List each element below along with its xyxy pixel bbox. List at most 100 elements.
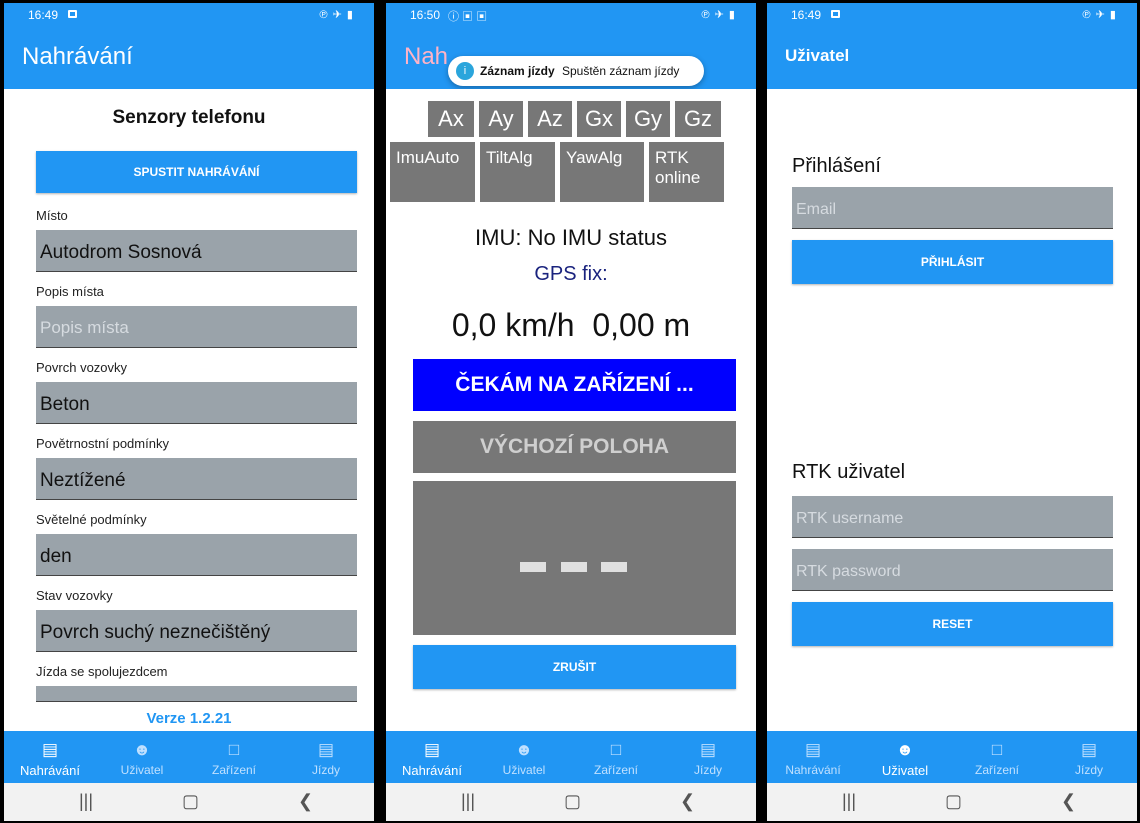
dash-placeholder: [520, 562, 546, 572]
rtk-username-field[interactable]: RTK username: [792, 496, 1113, 538]
nav-item-devices[interactable]: □ Zařízení: [951, 731, 1043, 783]
home-icon[interactable]: ▢: [945, 791, 962, 812]
back-icon[interactable]: ❮: [680, 791, 695, 812]
nav-item-user[interactable]: ☻ Uživatel: [96, 731, 188, 783]
page-title: Uživatel: [785, 46, 850, 65]
email-field[interactable]: Email: [792, 187, 1113, 229]
waiting-for-device-button[interactable]: ČEKÁM NA ZAŘÍZENÍ ...: [413, 359, 736, 411]
sensor-tile-gz: Gz: [675, 101, 721, 137]
system-status-icons: ℗ ✈ ▮: [319, 9, 354, 21]
rtk-password-field[interactable]: RTK password: [792, 549, 1113, 591]
home-position-button[interactable]: VÝCHOZÍ POLOHA: [413, 421, 736, 473]
system-status-icons: ℗ ✈ ▮: [701, 9, 736, 21]
nav-label-recording: Nahrávání: [20, 763, 80, 778]
readout-panel: [413, 481, 736, 635]
info-icon: i: [456, 62, 474, 80]
person-icon: ☻: [896, 740, 914, 759]
status-bar: 16:50 ⓘ ▣ ▣ ℗ ✈ ▮: [386, 3, 756, 27]
user-panel: Přihlášení Email PŘIHLÁSIT RTK uživatel …: [767, 89, 1137, 731]
nav-item-devices[interactable]: □ Zařízení: [188, 731, 280, 783]
list-icon: ▤: [804, 740, 822, 759]
recent-apps-icon[interactable]: |||: [842, 791, 856, 812]
list-icon: ▤: [423, 740, 441, 759]
recent-apps-icon[interactable]: |||: [79, 791, 93, 812]
back-icon[interactable]: ❮: [1061, 791, 1076, 812]
nav-label-rides: Jízdy: [311, 763, 340, 777]
list-icon: ▤: [41, 740, 59, 759]
login-button[interactable]: PŘIHLÁSIT: [792, 240, 1113, 284]
field-label-weather: Povětrnostní podmínky: [36, 436, 169, 451]
phone-ride-recording-screen: 16:50 ⓘ ▣ ▣ ℗ ✈ ▮ Nah i Záznam jízdy Spu…: [386, 3, 756, 821]
list-icon: ▤: [317, 740, 335, 759]
road-surface-field[interactable]: Beton: [36, 382, 357, 424]
nav-label-recording: Nahrávání: [402, 763, 462, 778]
dash-placeholder: [561, 562, 587, 572]
nav-item-recording[interactable]: ▤ Nahrávání: [386, 731, 478, 783]
nav-item-user[interactable]: ☻ Uživatel: [478, 731, 570, 783]
sensor-tile-gx: Gx: [577, 101, 621, 137]
nav-item-recording[interactable]: ▤ Nahrávání: [767, 731, 859, 783]
app-version: Verze 1.2.21: [146, 710, 232, 727]
back-icon[interactable]: ❮: [298, 791, 313, 812]
passenger-field[interactable]: [36, 686, 357, 702]
recent-apps-icon[interactable]: |||: [461, 791, 475, 812]
place-description-field[interactable]: Popis místa: [36, 306, 357, 348]
road-condition-field[interactable]: Povrch suchý neznečištěný: [36, 610, 357, 652]
nav-label-recording: Nahrávání: [785, 763, 841, 777]
toast-notification: i Záznam jízdy Spuštěn záznam jízdy: [448, 56, 704, 86]
place-field[interactable]: Autodrom Sosnová: [36, 230, 357, 272]
weather-field[interactable]: Neztížené: [36, 458, 357, 500]
field-label-light: Světelné podmínky: [36, 512, 147, 527]
sensor-tile-ax: Ax: [428, 101, 474, 137]
login-heading: Přihlášení: [792, 155, 881, 177]
status-tile-yawalg: YawAlg: [560, 142, 644, 202]
nav-label-devices: Zařízení: [211, 763, 256, 777]
nav-label-user: Uživatel: [120, 763, 164, 777]
field-label-passenger: Jízda se spolujezdcem: [36, 664, 168, 679]
field-label-road-condition: Stav vozovky: [36, 588, 113, 603]
status-icons-left: ⓘ ▣ ▣: [448, 11, 488, 23]
clock: 16:49: [28, 8, 59, 22]
light-conditions-field[interactable]: den: [36, 534, 357, 576]
nav-item-rides[interactable]: ▤ Jízdy: [662, 731, 754, 783]
nav-item-recording[interactable]: ▤ Nahrávání: [4, 731, 96, 783]
phone-user-screen: 16:49 ℗ ✈ ▮ Uživatel Přihlášení Email PŘ…: [767, 3, 1137, 821]
nav-label-user: Uživatel: [502, 763, 546, 777]
nav-item-devices[interactable]: □ Zařízení: [570, 731, 662, 783]
nav-label-devices: Zařízení: [974, 763, 1019, 777]
person-icon: ☻: [133, 740, 151, 759]
phone-recording-screen: 16:49 ℗ ✈ ▮ Nahrávání Senzory telefonu S…: [4, 3, 374, 821]
field-label-road-surface: Povrch vozovky: [36, 360, 128, 375]
home-icon[interactable]: ▢: [182, 791, 199, 812]
gps-fix: GPS fix:: [534, 263, 608, 285]
nav-item-user[interactable]: ☻ Uživatel: [859, 731, 951, 783]
status-bar: 16:49 ℗ ✈ ▮: [767, 3, 1137, 27]
nav-item-rides[interactable]: ▤ Jízdy: [280, 731, 372, 783]
clock: 16:50: [410, 8, 441, 22]
notification-icon: [831, 10, 840, 18]
page-title: Nah: [404, 43, 449, 70]
toast-message: Spuštěn záznam jízdy: [562, 64, 680, 78]
sensor-tile-ay: Ay: [479, 101, 523, 137]
field-label-place: Místo: [36, 208, 68, 223]
section-heading: Senzory telefonu: [112, 107, 266, 128]
bottom-navigation: ▤ Nahrávání ☻ Uživatel □ Zařízení ▤ Jízdy: [767, 731, 1137, 783]
system-navigation-bar: ||| ▢ ❮: [386, 783, 756, 821]
cancel-button[interactable]: ZRUŠIT: [413, 645, 736, 689]
status-tile-tiltalg: TiltAlg: [480, 142, 555, 202]
sensor-tile-gy: Gy: [626, 101, 670, 137]
recording-form: Senzory telefonu SPUSTIT NAHRÁVÁNÍ Místo…: [4, 89, 374, 731]
speed-distance-readout: 0,0 km/h 0,00 m: [386, 307, 756, 344]
nav-label-devices: Zařízení: [593, 763, 638, 777]
device-icon: □: [228, 740, 240, 759]
ride-panel: Ax Ay Az Gx Gy Gz ImuAuto TiltAlg YawAlg…: [386, 89, 756, 731]
start-recording-button[interactable]: SPUSTIT NAHRÁVÁNÍ: [36, 151, 357, 193]
notification-icon: [68, 10, 77, 18]
app-bar: Uživatel: [767, 27, 1137, 89]
imu-status: IMU: No IMU status: [475, 225, 667, 250]
sensor-tile-az: Az: [528, 101, 572, 137]
nav-item-rides[interactable]: ▤ Jízdy: [1043, 731, 1135, 783]
reset-button[interactable]: RESET: [792, 602, 1113, 646]
home-icon[interactable]: ▢: [564, 791, 581, 812]
device-icon: □: [610, 740, 622, 759]
